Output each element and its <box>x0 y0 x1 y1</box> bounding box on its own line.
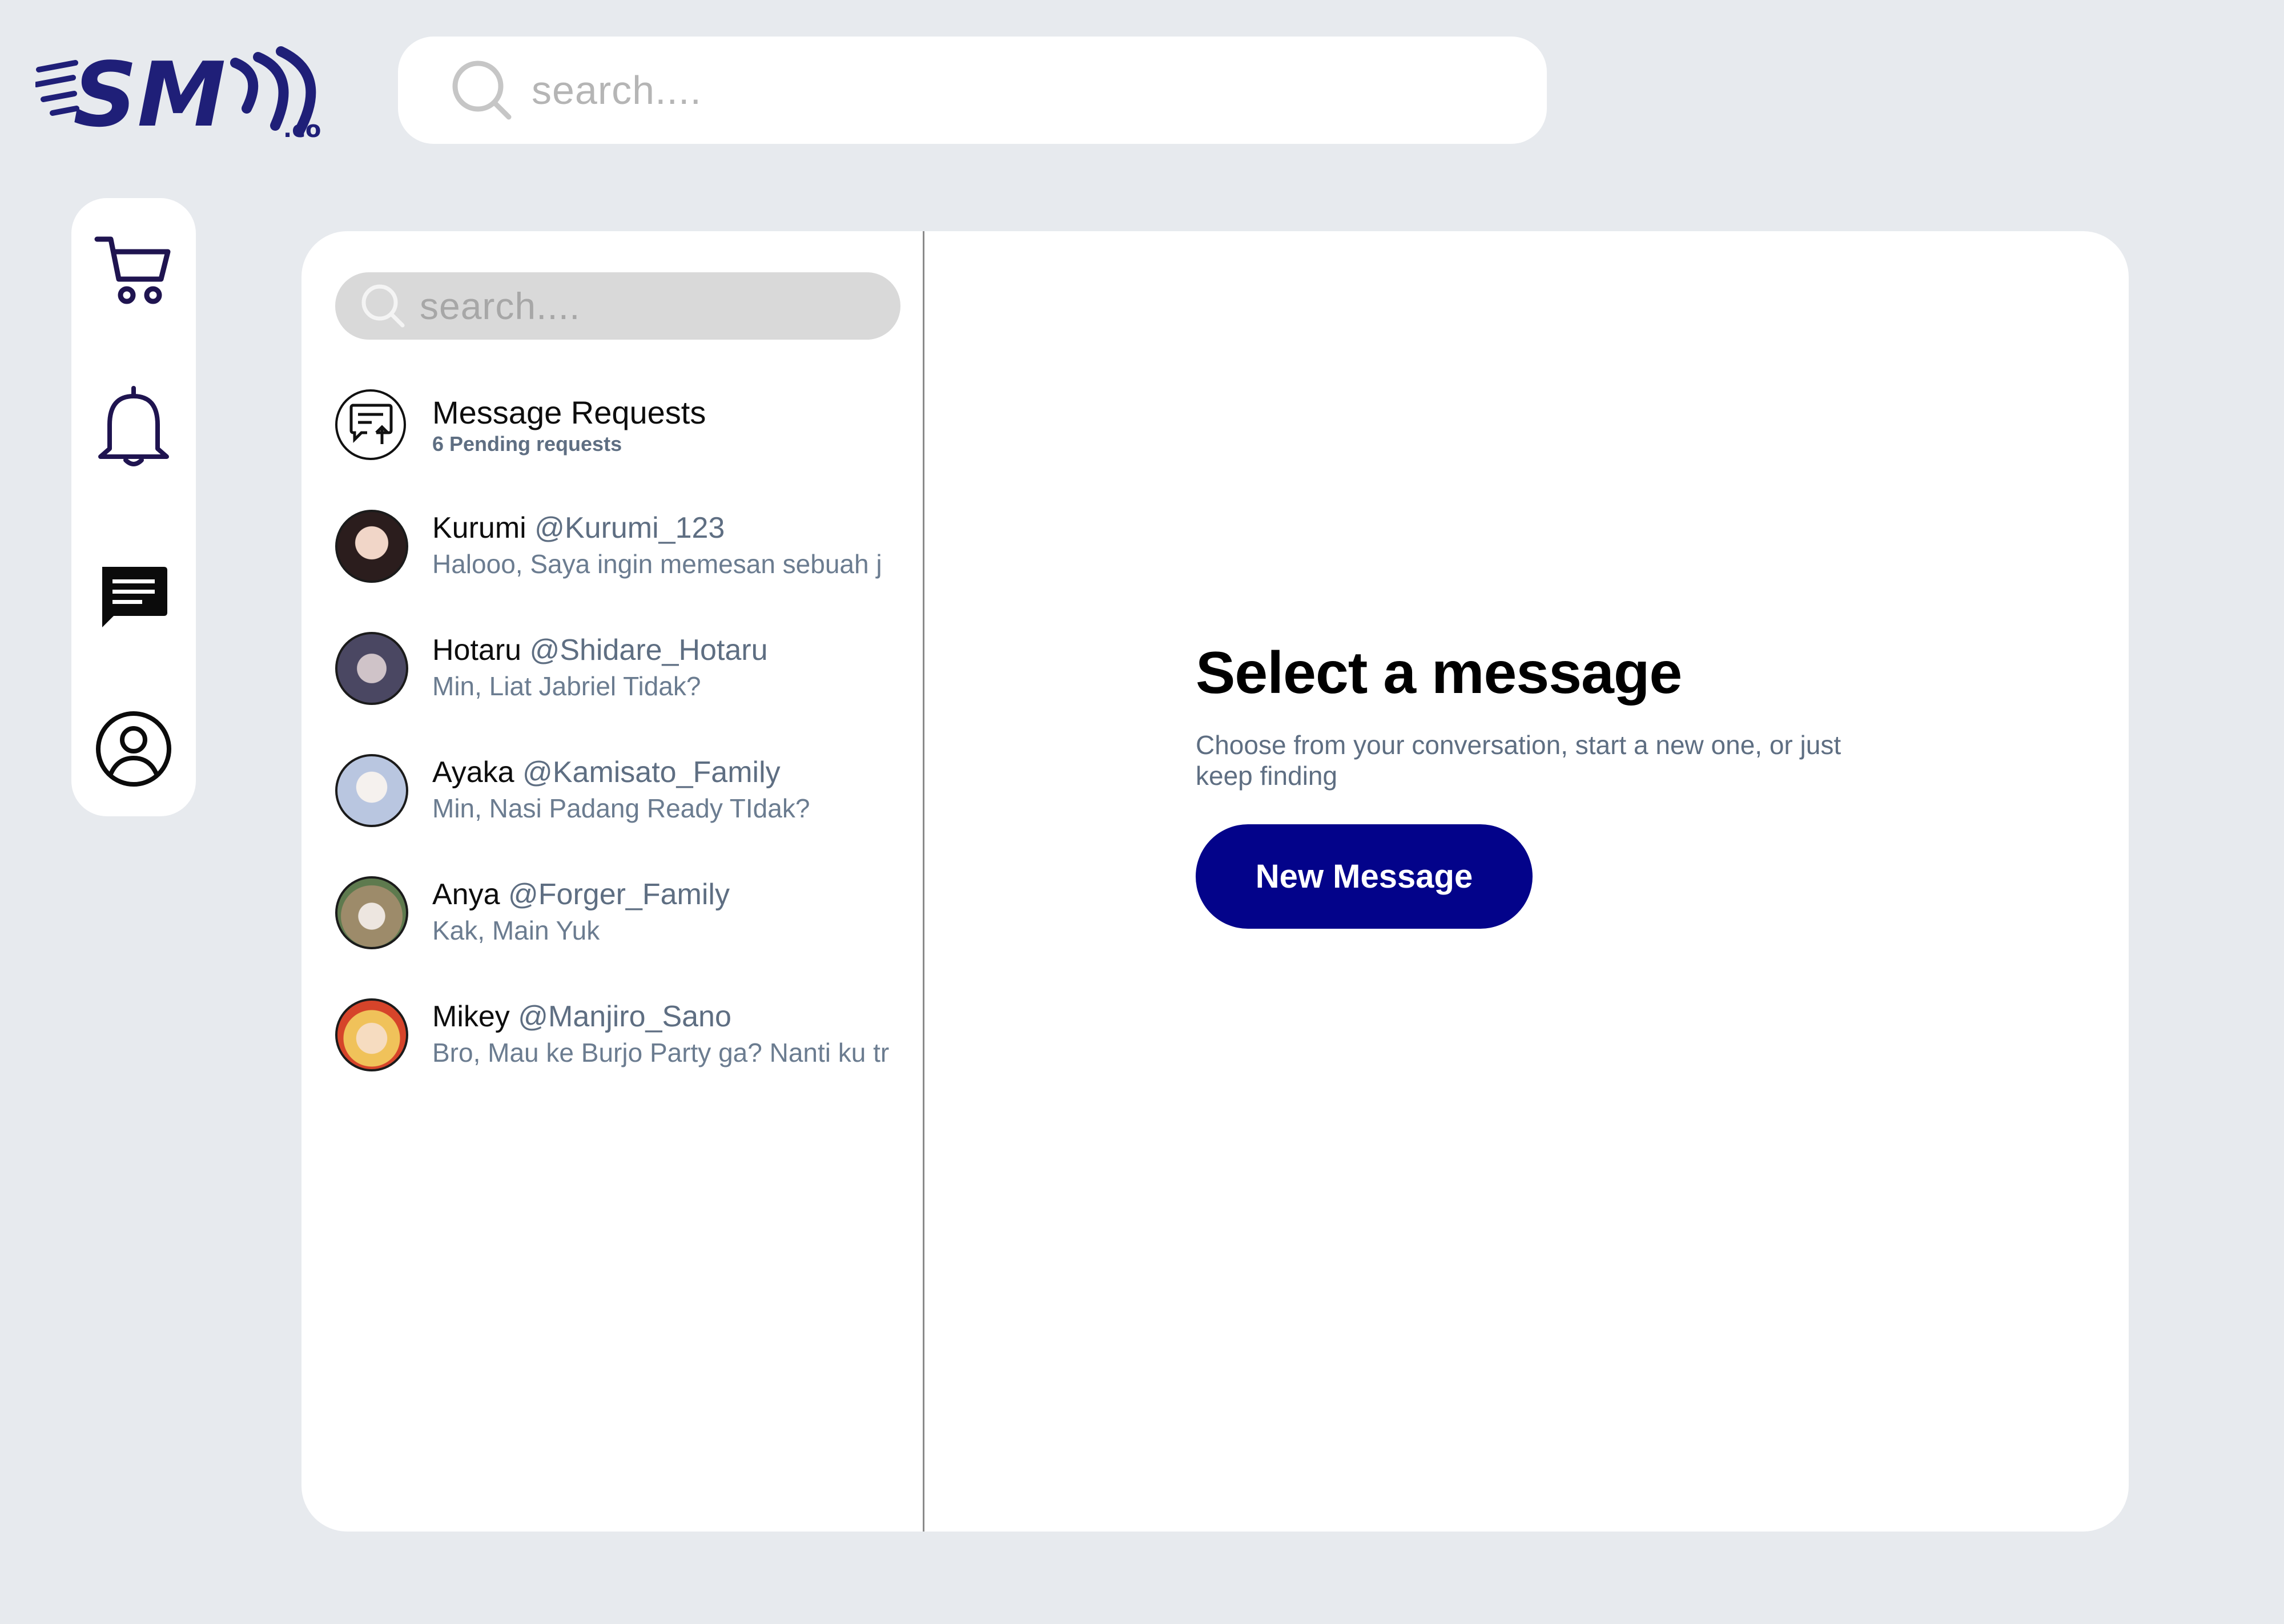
contact-name: Mikey <box>432 1000 510 1033</box>
contact-handle: @Forger_Family <box>508 878 730 911</box>
sidebar-item-cart[interactable] <box>71 225 196 311</box>
search-icon <box>361 284 405 328</box>
contact-name: Ayaka <box>432 756 514 789</box>
global-search-input[interactable]: search.... <box>398 37 1547 144</box>
sidebar-item-messages[interactable] <box>71 559 196 633</box>
svg-text:SM: SM <box>73 43 226 143</box>
pane-divider <box>923 231 924 1532</box>
bell-icon <box>98 386 169 466</box>
new-message-button[interactable]: New Message <box>1196 824 1533 929</box>
user-icon <box>96 711 171 787</box>
conversation-item[interactable]: Ayaka @Kamisato_Family Min, Nasi Padang … <box>335 754 912 834</box>
message-preview: Min, Liat Jabriel Tidak? <box>432 671 701 701</box>
contact-handle: @Kamisato_Family <box>522 756 781 789</box>
conversation-item[interactable]: Anya @Forger_Family Kak, Main Yuk <box>335 876 912 956</box>
contact-name: Kurumi <box>432 511 526 545</box>
message-requests-title: Message Requests <box>432 394 706 430</box>
message-requests[interactable]: Message Requests 6 Pending requests <box>335 388 912 465</box>
cart-icon <box>94 236 171 304</box>
sidebar-item-profile[interactable] <box>71 709 196 789</box>
contact-handle: @Shidare_Hotaru <box>529 634 768 667</box>
search-placeholder: search.... <box>532 68 702 112</box>
message-preview: Kak, Main Yuk <box>432 916 600 945</box>
avatar <box>335 754 408 827</box>
svg-text:.co: .co <box>283 116 321 143</box>
search-icon <box>452 61 512 120</box>
empty-state-description: Choose from your conversation, start a n… <box>1196 730 1841 791</box>
conversation-item[interactable]: Mikey @Manjiro_Sano Bro, Mau ke Burjo Pa… <box>335 998 912 1078</box>
empty-state-title: Select a message <box>1196 640 1682 706</box>
sidebar-item-notifications[interactable] <box>71 382 196 473</box>
logo[interactable]: SM .co <box>34 40 332 147</box>
sm-logo-icon: SM .co <box>34 43 321 147</box>
message-preview: Min, Nasi Padang Ready TIdak? <box>432 793 810 823</box>
avatar <box>335 510 408 583</box>
contact-name: Anya <box>432 878 500 911</box>
sidebar <box>71 198 196 816</box>
message-preview: Bro, Mau ke Burjo Party ga? Nanti ku tr <box>432 1038 890 1067</box>
conversation-item[interactable]: Kurumi @Kurumi_123 Halooo, Saya ingin me… <box>335 510 912 590</box>
avatar <box>335 632 408 705</box>
avatar <box>335 998 408 1071</box>
search-placeholder: search.... <box>420 285 581 327</box>
contact-name: Hotaru <box>432 634 522 667</box>
contact-handle: @Kurumi_123 <box>534 511 725 545</box>
chat-icon <box>102 566 167 627</box>
conversation-item[interactable]: Hotaru @Shidare_Hotaru Min, Liat Jabriel… <box>335 632 912 712</box>
message-preview: Halooo, Saya ingin memesan sebuah j <box>432 549 882 579</box>
message-request-icon <box>335 389 406 460</box>
pending-count: 6 Pending requests <box>432 432 622 456</box>
conversation-search-input[interactable]: search.... <box>335 272 900 340</box>
contact-handle: @Manjiro_Sano <box>518 1000 731 1033</box>
avatar <box>335 876 408 949</box>
